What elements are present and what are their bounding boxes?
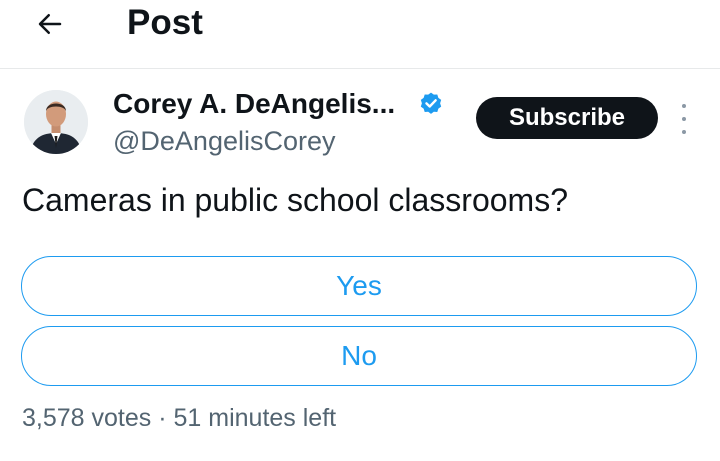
poll-time-left: 51 minutes left: [173, 404, 337, 432]
subscribe-button[interactable]: Subscribe: [476, 97, 658, 139]
author-name[interactable]: Corey A. DeAngelis...: [113, 86, 395, 122]
author-handle[interactable]: @DeAngelisCorey: [113, 124, 336, 158]
page-title: Post: [127, 3, 203, 42]
more-vertical-icon: [682, 104, 686, 108]
post-text: Cameras in public school classrooms?: [22, 182, 568, 218]
avatar[interactable]: [24, 90, 88, 154]
avatar-image: [24, 90, 88, 154]
top-bar: Post: [0, 0, 720, 69]
poll-votes: 3,578 votes: [22, 404, 152, 432]
more-options-button[interactable]: [674, 104, 694, 134]
poll-option-no[interactable]: No: [21, 326, 697, 386]
verified-badge-icon: [420, 92, 442, 114]
poll-meta: 3,578 votes · 51 minutes left: [22, 402, 336, 434]
back-button[interactable]: [30, 4, 70, 44]
arrow-left-icon: [38, 14, 62, 34]
poll-option-yes[interactable]: Yes: [21, 256, 697, 316]
poll-meta-separator: ·: [158, 404, 167, 432]
